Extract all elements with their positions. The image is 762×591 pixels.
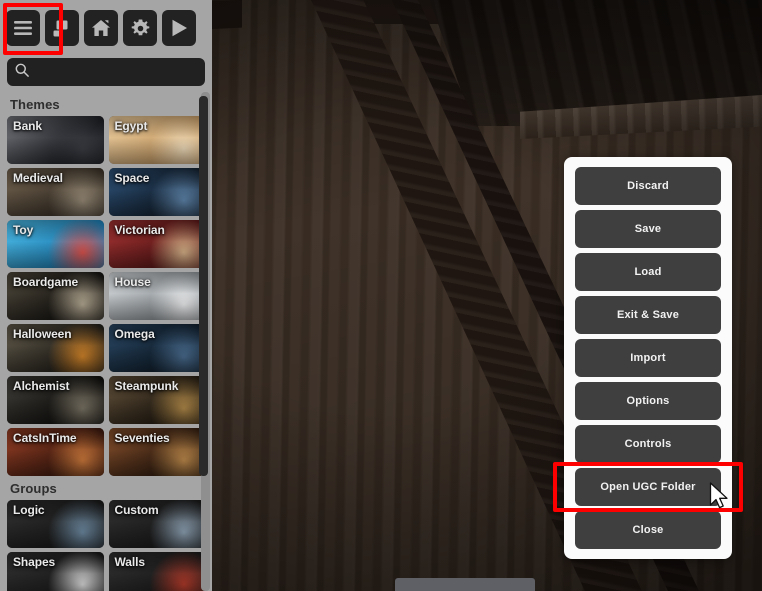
left-sidebar: Themes Bank Egypt Medieval Space Toy Victorian…	[0, 0, 212, 591]
card-grid-themes: Bank Egypt Medieval Space Toy Victorian Boardg…	[7, 116, 205, 476]
home-icon	[91, 19, 111, 37]
catalog-card[interactable]: Medieval	[7, 168, 104, 216]
settings-button[interactable]	[123, 10, 157, 46]
card-label: Victorian	[114, 223, 165, 237]
catalog-card[interactable]: Seventies	[108, 428, 205, 476]
card-label: House	[114, 275, 151, 289]
card-grid-groups: Logic Custom Shapes Walls	[7, 500, 205, 591]
menu-button-load[interactable]: Load	[575, 253, 721, 291]
search-box[interactable]	[7, 58, 205, 86]
bottom-hotbar[interactable]	[395, 578, 535, 591]
catalog-scroll-area[interactable]: Themes Bank Egypt Medieval Space Toy Victorian…	[0, 92, 212, 591]
menu-button-close[interactable]: Close	[575, 511, 721, 549]
card-label: Steampunk	[114, 379, 179, 393]
search-input[interactable]	[36, 65, 197, 79]
catalog-card[interactable]: Walls	[108, 552, 205, 591]
catalog-card[interactable]: Logic	[7, 500, 104, 548]
app-root: Themes Bank Egypt Medieval Space Toy Victorian…	[0, 0, 762, 591]
card-label: Halloween	[13, 327, 72, 341]
stack-icon	[53, 20, 72, 37]
catalog-card[interactable]: Toy	[7, 220, 104, 268]
menu-button-import[interactable]: Import	[575, 339, 721, 377]
card-label: Logic	[13, 503, 45, 517]
search-area	[0, 56, 212, 92]
catalog-card[interactable]: Omega	[108, 324, 205, 372]
card-label: Boardgame	[13, 275, 79, 289]
card-label: Bank	[13, 119, 42, 133]
objects-button[interactable]	[45, 10, 79, 46]
menu-button-open-ugc-folder[interactable]: Open UGC Folder	[575, 468, 721, 506]
section-title-groups: Groups	[10, 481, 57, 496]
menu-button-save[interactable]: Save	[575, 210, 721, 248]
catalog-card[interactable]: Egypt	[108, 116, 205, 164]
catalog-card[interactable]: CatsInTime	[7, 428, 104, 476]
catalog-card[interactable]: House	[108, 272, 205, 320]
card-label: Custom	[114, 503, 159, 517]
card-label: Medieval	[13, 171, 63, 185]
catalog-card[interactable]: Steampunk	[108, 376, 205, 424]
catalog-card[interactable]: Space	[108, 168, 205, 216]
menu-button-exit-save[interactable]: Exit & Save	[575, 296, 721, 334]
card-label: Toy	[13, 223, 34, 237]
sidebar-scrollbar-thumb[interactable]	[199, 96, 208, 476]
card-label: CatsInTime	[13, 431, 77, 445]
sidebar-scrollbar-track[interactable]	[199, 92, 210, 591]
home-button[interactable]	[84, 10, 118, 46]
catalog-card[interactable]: Shapes	[7, 552, 104, 591]
gear-icon	[131, 18, 150, 38]
main-menu-panel: Discard Save Load Exit & Save Import Options C…	[564, 157, 732, 559]
catalog-card[interactable]: Boardgame	[7, 272, 104, 320]
catalog-card[interactable]: Custom	[108, 500, 205, 548]
catalog-card[interactable]: Halloween	[7, 324, 104, 372]
hamburger-icon	[14, 21, 32, 35]
play-icon	[171, 19, 188, 37]
menu-button[interactable]	[6, 10, 40, 46]
card-label: Alchemist	[13, 379, 70, 393]
catalog-card[interactable]: Victorian	[108, 220, 205, 268]
section-title-themes: Themes	[10, 97, 60, 112]
menu-button-options[interactable]: Options	[575, 382, 721, 420]
play-button[interactable]	[162, 10, 196, 46]
card-label: Seventies	[114, 431, 170, 445]
card-label: Egypt	[114, 119, 148, 133]
card-label: Walls	[114, 555, 146, 569]
top-toolbar	[0, 0, 212, 56]
card-label: Shapes	[13, 555, 56, 569]
catalog-card[interactable]: Alchemist	[7, 376, 104, 424]
card-label: Space	[114, 171, 150, 185]
card-label: Omega	[114, 327, 155, 341]
search-icon	[15, 63, 29, 82]
menu-button-controls[interactable]: Controls	[575, 425, 721, 463]
catalog-card[interactable]: Bank	[7, 116, 104, 164]
menu-button-discard[interactable]: Discard	[575, 167, 721, 205]
